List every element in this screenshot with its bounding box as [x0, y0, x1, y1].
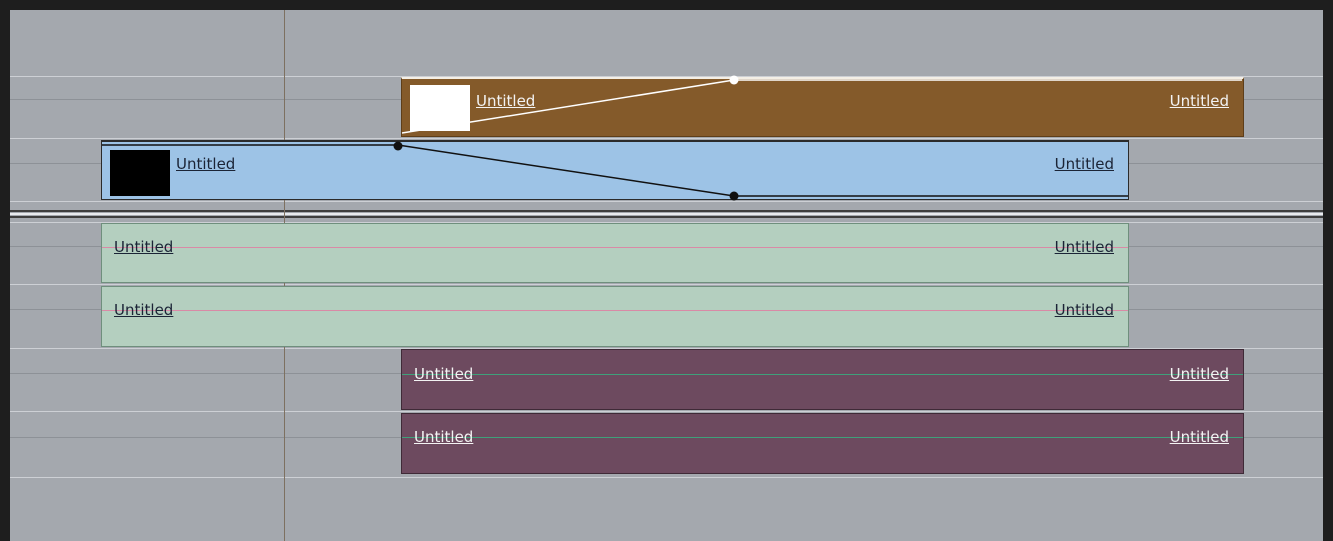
- clip-start-label: Untitled: [476, 92, 536, 110]
- clip-video-1[interactable]: Untitled Untitled: [101, 140, 1129, 200]
- audio-level-line[interactable]: [402, 374, 1243, 375]
- track-divider: [10, 201, 1323, 202]
- track-divider: [10, 284, 1323, 285]
- clip-audio-4[interactable]: Untitled Untitled: [401, 413, 1244, 474]
- clip-video-2[interactable]: Untitled Untitled: [401, 77, 1244, 137]
- clip-thumbnail: [410, 85, 470, 131]
- clip-end-label: Untitled: [1054, 238, 1114, 256]
- track-divider: [10, 411, 1323, 412]
- clip-start-label: Untitled: [114, 238, 174, 256]
- video-audio-separator[interactable]: [10, 210, 1323, 218]
- clip-audio-2[interactable]: Untitled Untitled: [101, 286, 1129, 347]
- clip-audio-3[interactable]: Untitled Untitled: [401, 349, 1244, 410]
- audio-level-line[interactable]: [402, 437, 1243, 438]
- clip-end-label: Untitled: [1169, 365, 1229, 383]
- clip-thumbnail: [110, 150, 170, 196]
- track-divider: [10, 138, 1323, 139]
- clip-start-label: Untitled: [414, 365, 474, 383]
- audio-level-line[interactable]: [102, 310, 1128, 311]
- clip-end-label: Untitled: [1169, 428, 1229, 446]
- clip-end-label: Untitled: [1169, 92, 1229, 110]
- audio-level-line[interactable]: [102, 247, 1128, 248]
- clip-audio-1[interactable]: Untitled Untitled: [101, 223, 1129, 283]
- clip-start-label: Untitled: [114, 301, 174, 319]
- timeline-window: Untitled Untitled Untitled Untitled Unti…: [0, 0, 1333, 541]
- clip-start-label: Untitled: [414, 428, 474, 446]
- clip-end-label: Untitled: [1054, 155, 1114, 173]
- clip-start-label: Untitled: [176, 155, 236, 173]
- track-divider: [10, 477, 1323, 478]
- timeline-area[interactable]: Untitled Untitled Untitled Untitled Unti…: [10, 10, 1323, 541]
- clip-end-label: Untitled: [1054, 301, 1114, 319]
